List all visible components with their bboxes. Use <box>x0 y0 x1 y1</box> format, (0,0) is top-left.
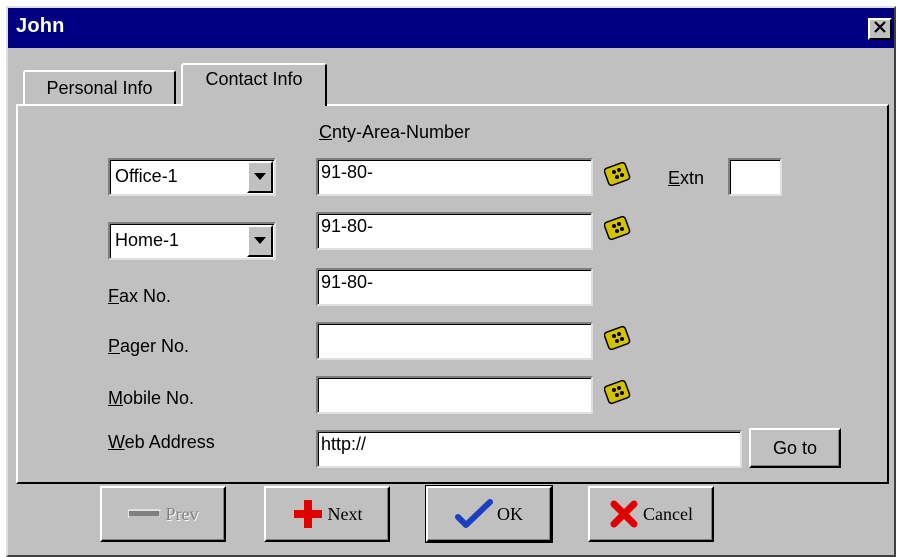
next-button[interactable]: Next <box>264 486 390 542</box>
plus-icon <box>292 498 324 530</box>
prev-arrow-icon <box>127 507 162 521</box>
home-dial-button[interactable] <box>603 214 633 244</box>
x-icon <box>609 499 639 529</box>
office-type-value: Office-1 <box>115 166 178 186</box>
ok-button[interactable]: OK <box>425 485 553 543</box>
next-label: Next <box>327 503 363 524</box>
home-type-value: Home-1 <box>115 230 180 250</box>
tab-contact-info[interactable]: Contact Info <box>181 63 327 106</box>
title-bar: John <box>8 8 894 48</box>
web-address-field[interactable]: http:// <box>316 430 742 468</box>
mobile-label: Mobile No. <box>108 388 195 408</box>
fax-label: Fax No. <box>108 286 172 306</box>
home-type-select[interactable]: Home-1 <box>108 222 276 260</box>
ok-label: OK <box>497 503 523 524</box>
office-type-select[interactable]: Office-1 <box>108 158 276 196</box>
pager-dial-button[interactable] <box>603 324 633 354</box>
mobile-field[interactable] <box>316 376 593 414</box>
web-address-label: Web Address <box>108 432 215 452</box>
go-to-button[interactable]: Go to <box>749 428 841 468</box>
prev-button[interactable]: Prev <box>100 486 226 542</box>
chevron-down-icon <box>254 237 266 244</box>
close-button[interactable] <box>868 18 892 40</box>
home-phone-field[interactable]: 91-80- <box>316 212 593 250</box>
window-title: John <box>16 15 65 37</box>
phone-dial-icon <box>604 379 631 405</box>
office-phone-field[interactable]: 91-80- <box>316 158 593 196</box>
contact-info-panel: Cnty-Area-Number Office-1 91-80- Extn Ho… <box>16 104 889 484</box>
phone-dial-icon <box>604 325 631 351</box>
chevron-down-icon <box>254 173 266 180</box>
mobile-dial-button[interactable] <box>603 378 633 408</box>
close-icon <box>874 20 886 38</box>
dialog-window: John Personal Info Contact Info Cnty-Are… <box>6 6 896 557</box>
phone-dial-icon <box>604 161 631 187</box>
phone-dial-icon <box>604 215 631 241</box>
cancel-label: Cancel <box>643 503 693 524</box>
column-header-rest: nty-Area-Number <box>332 122 471 142</box>
prev-label: Prev <box>165 503 199 524</box>
cancel-button[interactable]: Cancel <box>588 486 714 542</box>
tab-contact-info-label: Contact Info <box>205 69 303 89</box>
go-to-label: Go to <box>772 437 818 458</box>
pager-field[interactable] <box>316 322 593 360</box>
extn-label: Extn <box>668 168 705 188</box>
office-dial-button[interactable] <box>603 160 633 190</box>
checkmark-icon <box>455 499 493 529</box>
pager-label: Pager No. <box>108 336 190 356</box>
tab-personal-info[interactable]: Personal Info <box>23 70 176 104</box>
extn-field[interactable] <box>728 158 782 196</box>
home-type-dropdown-button[interactable] <box>247 225 273 257</box>
fax-field[interactable]: 91-80- <box>316 268 593 306</box>
tab-personal-info-label: Personal Info <box>46 77 153 98</box>
column-header: Cnty-Area-Number <box>319 122 471 142</box>
office-type-dropdown-button[interactable] <box>247 161 273 193</box>
